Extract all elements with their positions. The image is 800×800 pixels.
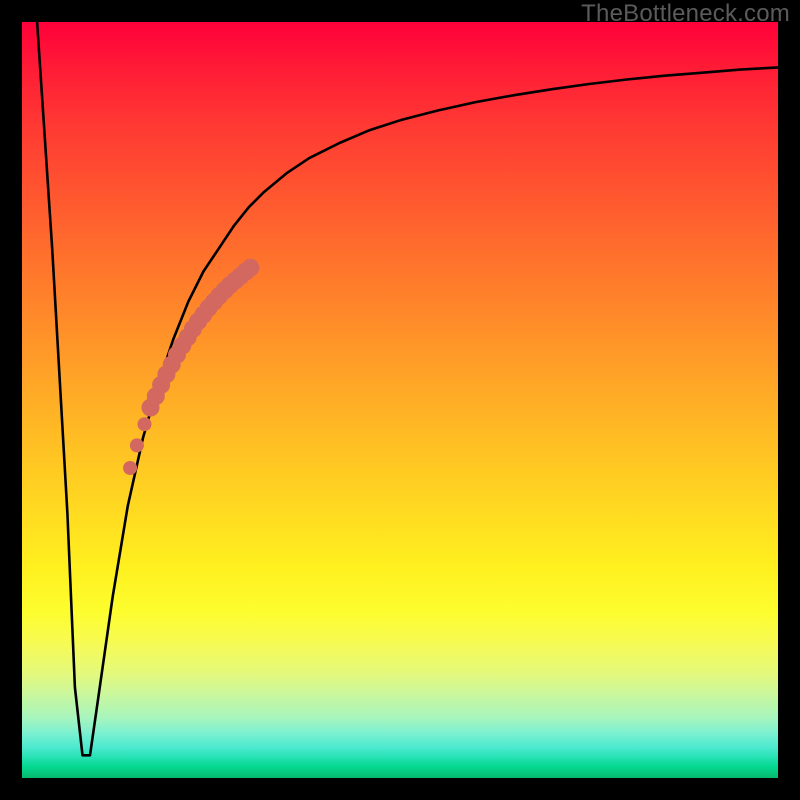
chart-frame: TheBottleneck.com [0,0,800,800]
watermark-text: TheBottleneck.com [581,0,790,28]
plot-area [22,22,778,778]
bottleneck-curve [37,22,778,755]
curve-overlay-svg [22,22,778,778]
highlight-dots [123,259,259,475]
